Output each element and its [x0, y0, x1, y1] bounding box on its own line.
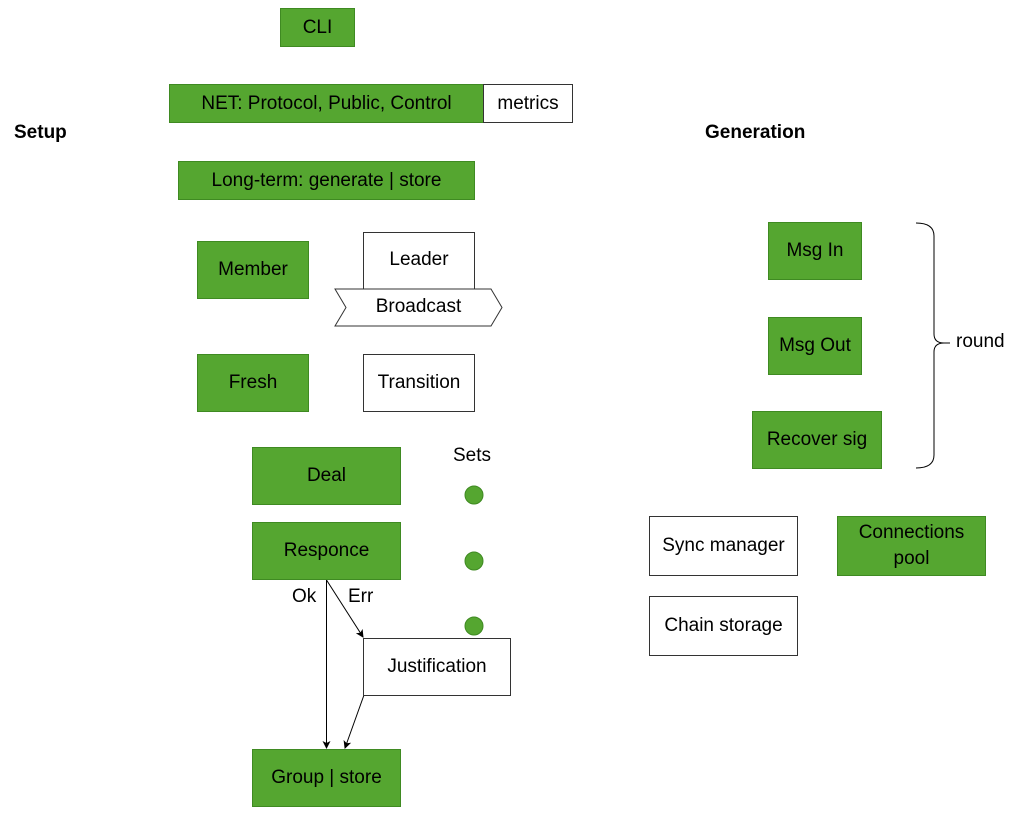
msg-out-node[interactable]: Msg Out — [768, 317, 862, 375]
transition-node[interactable]: Transition — [363, 354, 475, 412]
diagram-shapes — [322, 222, 950, 749]
msg-out-label: Msg Out — [779, 335, 851, 356]
transition-label: Transition — [377, 372, 461, 393]
chain-storage-label: Chain storage — [664, 615, 783, 636]
connections-pool-node[interactable]: Connections pool — [837, 516, 986, 576]
connections-pool-label: Connections pool — [858, 522, 965, 569]
msg-in-label: Msg In — [786, 240, 844, 261]
round-label: round — [956, 331, 1005, 352]
sets-label: Sets — [453, 445, 492, 466]
sync-manager-node[interactable]: Sync manager — [649, 516, 798, 576]
set-dot — [464, 551, 484, 571]
responce-label: Responce — [283, 540, 370, 561]
justification-arrow — [343, 694, 365, 749]
group-store-node[interactable]: Group | store — [252, 749, 401, 807]
recover-sig-node[interactable]: Recover sig — [752, 411, 882, 469]
responce-node[interactable]: Responce — [252, 522, 401, 580]
group-store-label: Group | store — [271, 767, 382, 788]
sync-manager-label: Sync manager — [662, 535, 785, 556]
ok-label: Ok — [292, 586, 317, 607]
fresh-label: Fresh — [228, 372, 278, 393]
err-label: Err — [348, 586, 374, 607]
recover-sig-label: Recover sig — [766, 429, 868, 450]
chain-storage-node[interactable]: Chain storage — [649, 596, 798, 656]
justification-node[interactable]: Justification — [363, 638, 511, 696]
deal-label: Deal — [306, 465, 347, 486]
broadcast-label: Broadcast — [375, 296, 462, 317]
round-brace — [915, 222, 945, 469]
msg-in-node[interactable]: Msg In — [768, 222, 862, 280]
deal-node[interactable]: Deal — [252, 447, 401, 505]
fresh-node[interactable]: Fresh — [197, 354, 309, 412]
justification-label: Justification — [387, 656, 487, 677]
set-dot — [464, 485, 484, 505]
set-dot — [464, 616, 484, 636]
